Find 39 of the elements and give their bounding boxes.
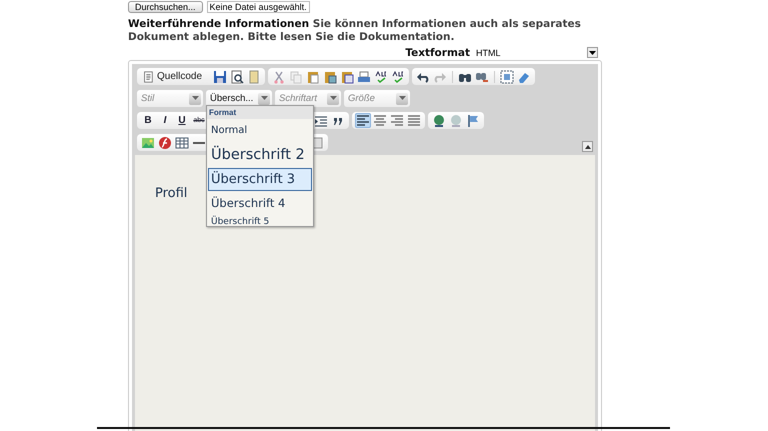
clipboard-document-icon[interactable] (339, 69, 356, 84)
justify-icon[interactable] (406, 113, 422, 128)
caret-icon (260, 96, 268, 101)
menu-title: Format (207, 106, 313, 119)
clipboard-text-icon[interactable] (322, 69, 338, 84)
info-text: Weiterführende Informationen Sie können Informationen auch als separates Dokument ablegen. Bitte lesen Sie die Dokumentation. (128, 18, 582, 44)
align-right-icon[interactable] (389, 113, 405, 128)
document-icon (142, 70, 154, 84)
text-format-select[interactable]: HTML (476, 47, 598, 58)
table-icon[interactable] (174, 135, 190, 150)
caret-icon (589, 50, 596, 56)
image-icon[interactable] (140, 135, 156, 150)
print-icon[interactable] (356, 69, 372, 84)
menu-item[interactable]: Normal (208, 120, 312, 142)
collapse-toolbar-button[interactable] (582, 141, 593, 152)
flash-icon[interactable] (157, 135, 173, 150)
menu-item[interactable]: Überschrift 4 (208, 192, 312, 214)
menu-item[interactable]: Überschrift 3 (208, 168, 312, 191)
align-center-icon[interactable] (372, 113, 388, 128)
source-button[interactable]: Quellcode (140, 69, 208, 84)
link-icon[interactable] (431, 113, 447, 128)
format-button[interactable]: B (140, 113, 156, 128)
browse-button[interactable]: Durchsuchen... (128, 1, 203, 13)
caret-icon (584, 144, 590, 148)
menu-item[interactable]: Überschrift 5 (208, 215, 312, 226)
format-button[interactable]: U (174, 113, 190, 128)
align-left-icon[interactable] (355, 113, 371, 128)
text-format-label: Textformat (405, 46, 470, 58)
caret-icon (398, 96, 406, 101)
select-all-icon[interactable] (499, 69, 516, 84)
save-icon[interactable] (212, 69, 228, 84)
format-button[interactable]: I (157, 113, 173, 128)
caret-icon (192, 96, 198, 101)
dropdown-button[interactable] (587, 47, 598, 58)
file-status: Keine Datei ausgewählt. (206, 1, 310, 13)
heading-text: Profil (155, 186, 188, 201)
clipboard-icon[interactable] (305, 69, 322, 84)
preview-icon[interactable] (229, 69, 246, 84)
caret-icon (330, 96, 336, 101)
